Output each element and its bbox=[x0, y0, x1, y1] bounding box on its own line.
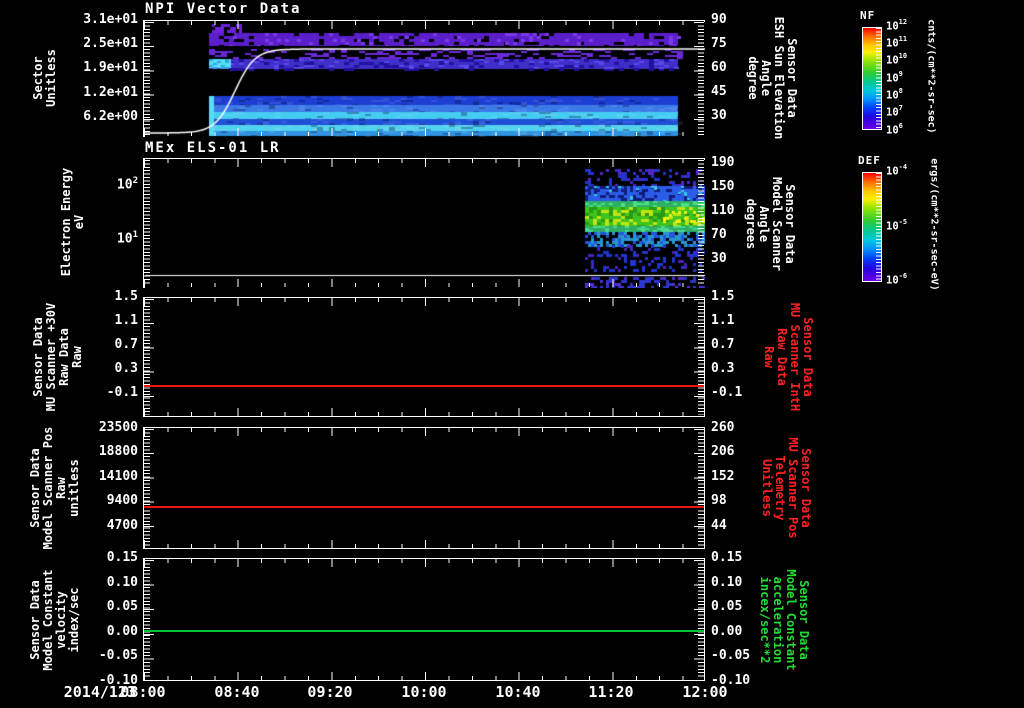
panel1-spectrogram bbox=[143, 20, 705, 137]
panel1-y-axis-label: Sector Unitless bbox=[31, 49, 58, 107]
panel4-bottom-minor-ticks bbox=[144, 544, 704, 548]
panel3-right-axis-ticks bbox=[698, 299, 704, 415]
panel2-title: MEx ELS-01 LR bbox=[145, 140, 281, 156]
npi-spectrogram-canvas bbox=[145, 22, 705, 137]
panel5-top-minor-ticks bbox=[144, 559, 704, 563]
panel5-left-major-ticks bbox=[144, 560, 154, 679]
panel5-bottom-major-ticks bbox=[144, 672, 704, 680]
x-axis-tick: 10:40 bbox=[495, 683, 541, 701]
panel2-spectrogram bbox=[143, 158, 705, 288]
x-axis-tick: 11:20 bbox=[588, 683, 634, 701]
panel5-right-major-ticks bbox=[694, 560, 704, 679]
panel4-left-major-ticks bbox=[144, 429, 154, 547]
panel4-bottom-major-ticks bbox=[144, 540, 704, 548]
panel1-ytick: 1.2e+01 bbox=[83, 85, 138, 100]
colorbar-def-ticks bbox=[876, 173, 881, 281]
panel4-top-major-ticks bbox=[144, 428, 704, 436]
panel4-top-minor-ticks bbox=[144, 428, 704, 432]
panel4-lineplot bbox=[143, 427, 705, 549]
panel4-right-axis-ticks bbox=[698, 429, 704, 547]
panel3-left-axis-ticks bbox=[144, 299, 150, 415]
colorbar-nf-ticks bbox=[876, 28, 881, 129]
x-axis-tick: 09:20 bbox=[307, 683, 353, 701]
x-axis-tick: 08:00 bbox=[120, 683, 166, 701]
panel5-bottom-minor-ticks bbox=[144, 676, 704, 680]
colorbar-def bbox=[862, 172, 882, 282]
panel4-right-major-ticks bbox=[694, 429, 704, 547]
plot-figure: NPI Vector Data 3.1e+01 2.5e+01 1.9e+01 … bbox=[0, 0, 1024, 708]
panel1-ytick: 1.9e+01 bbox=[83, 60, 138, 75]
els-spectrogram-canvas bbox=[145, 160, 705, 288]
panel1-ytick: 2.5e+01 bbox=[83, 36, 138, 51]
x-axis-tick: 12:00 bbox=[682, 683, 728, 701]
colorbar-def-unit: ergs/(cm**2-sr-sec-eV) bbox=[928, 158, 940, 291]
panel5-left-axis-ticks bbox=[144, 560, 150, 679]
panel3-left-major-ticks bbox=[144, 299, 154, 415]
colorbar-def-title: DEF bbox=[858, 154, 881, 167]
panel1-title: NPI Vector Data bbox=[145, 1, 302, 17]
panel3-lineplot bbox=[143, 297, 705, 417]
panel5-top-major-ticks bbox=[144, 559, 704, 567]
panel5-y-axis-label: Sensor Data Model Constant velocity inde… bbox=[28, 569, 81, 671]
panel1-ytick: 3.1e+01 bbox=[83, 12, 138, 27]
colorbar-nf-title: NF bbox=[860, 9, 876, 22]
panel3-bottom-minor-ticks bbox=[144, 412, 704, 416]
x-axis-tick: 10:00 bbox=[401, 683, 447, 701]
panel3-right-major-ticks bbox=[694, 299, 704, 415]
x-axis-tick: 08:40 bbox=[214, 683, 260, 701]
panel3-bottom-major-ticks bbox=[144, 408, 704, 416]
panel3-top-minor-ticks bbox=[144, 298, 704, 302]
panel5-right-axis-ticks bbox=[698, 560, 704, 679]
panel5-y2-axis-label: Sensor Data Model Constant acceleration … bbox=[758, 569, 811, 671]
panel4-left-axis-ticks bbox=[144, 429, 150, 547]
panel3-top-major-ticks bbox=[144, 298, 704, 306]
colorbar-nf bbox=[862, 27, 882, 130]
panel5-lineplot bbox=[143, 558, 705, 681]
